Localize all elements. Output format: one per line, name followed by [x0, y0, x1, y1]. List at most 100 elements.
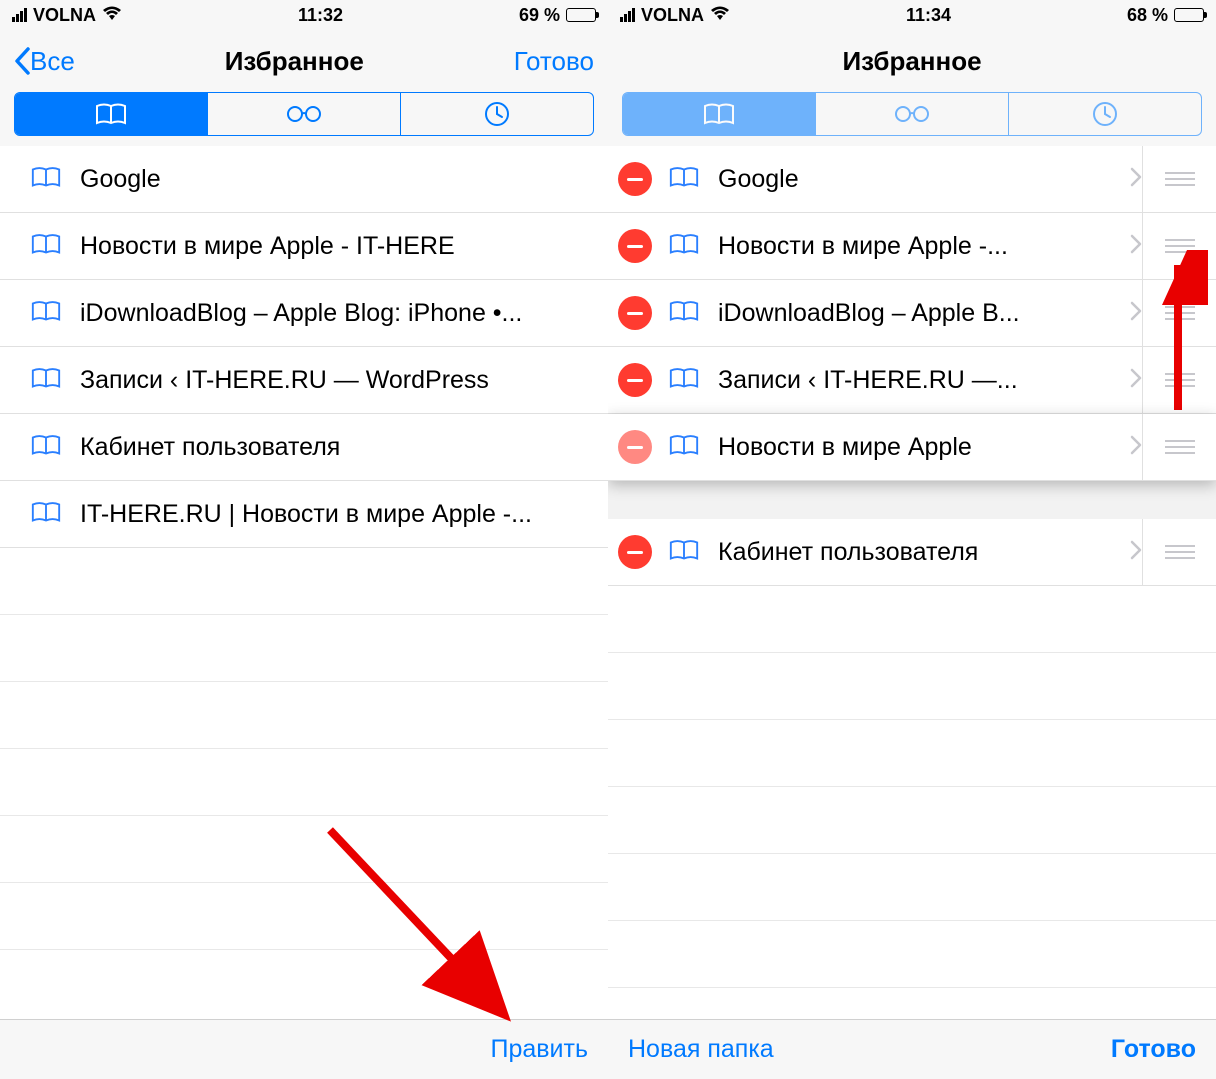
signal-icon: [12, 8, 27, 22]
status-time: 11:32: [298, 5, 343, 26]
empty-row: [0, 749, 608, 816]
page-title: Избранное: [75, 46, 514, 77]
book-icon: [30, 298, 62, 329]
bookmark-label: IT-HERE.RU | Новости в мире Apple -...: [80, 500, 594, 529]
bookmark-row[interactable]: Новости в мире Apple - IT-HERE: [0, 213, 608, 280]
delete-button[interactable]: [618, 363, 652, 397]
empty-row: [608, 921, 1216, 988]
nav-header: Избранное: [608, 30, 1216, 92]
glasses-icon: [284, 104, 324, 124]
delete-button[interactable]: [618, 162, 652, 196]
reorder-handle[interactable]: [1142, 347, 1216, 413]
done-button[interactable]: Готово: [1111, 1035, 1196, 1064]
segmented-control-row: [0, 92, 608, 146]
bookmark-label: Новости в мире Apple: [718, 433, 1124, 462]
bookmark-row-edit[interactable]: Кабинет пользователя: [608, 519, 1216, 586]
wifi-icon: [710, 5, 730, 26]
book-icon: [702, 102, 736, 126]
bookmark-list-edit: Google Новости в мире Apple -... iDownload…: [608, 146, 1216, 1019]
book-icon: [30, 499, 62, 530]
clock-icon: [484, 101, 510, 127]
status-bar: VOLNA 11:32 69 %: [0, 0, 608, 30]
bookmark-label: Новости в мире Apple - IT-HERE: [80, 232, 594, 261]
bookmark-row-edit[interactable]: Новости в мире Apple -...: [608, 213, 1216, 280]
new-folder-button[interactable]: Новая папка: [628, 1035, 774, 1064]
book-icon: [30, 164, 62, 195]
bookmark-row[interactable]: Кабинет пользователя: [0, 414, 608, 481]
status-bar: VOLNA 11:34 68 %: [608, 0, 1216, 30]
empty-row: [0, 548, 608, 615]
book-icon: [30, 231, 62, 262]
tab-reading-list[interactable]: [208, 93, 401, 135]
bookmark-label: iDownloadBlog – Apple Blog: iPhone •...: [80, 299, 594, 328]
battery-icon: [566, 8, 596, 22]
bookmark-label: Новости в мире Apple -...: [718, 232, 1124, 261]
bookmark-row-edit[interactable]: Записи ‹ IT-HERE.RU —...: [608, 347, 1216, 414]
back-button[interactable]: Все: [14, 46, 75, 77]
battery-percent: 68 %: [1127, 5, 1168, 26]
tab-bookmarks[interactable]: [623, 93, 816, 135]
empty-row: [0, 883, 608, 950]
delete-button[interactable]: [618, 430, 652, 464]
chevron-right-icon: [1130, 540, 1142, 565]
bookmark-label: iDownloadBlog – Apple B...: [718, 299, 1124, 328]
chevron-right-icon: [1130, 167, 1142, 192]
reorder-handle[interactable]: [1142, 414, 1216, 480]
reorder-handle[interactable]: [1142, 519, 1216, 585]
book-icon: [668, 164, 700, 195]
book-icon: [668, 365, 700, 396]
delete-button[interactable]: [618, 229, 652, 263]
done-button[interactable]: Готово: [514, 46, 594, 77]
empty-row: [0, 682, 608, 749]
empty-row: [608, 787, 1216, 854]
reorder-handle[interactable]: [1142, 280, 1216, 346]
bookmark-row[interactable]: IT-HERE.RU | Новости в мире Apple -...: [0, 481, 608, 548]
book-icon: [668, 537, 700, 568]
bookmark-row[interactable]: iDownloadBlog – Apple Blog: iPhone •...: [0, 280, 608, 347]
toolbar: Править: [0, 1019, 608, 1079]
signal-icon: [620, 8, 635, 22]
delete-button[interactable]: [618, 296, 652, 330]
tab-history[interactable]: [401, 93, 593, 135]
empty-row: [608, 586, 1216, 653]
book-icon: [668, 231, 700, 262]
bookmark-row-edit[interactable]: Google: [608, 146, 1216, 213]
nav-header: Все Избранное Готово: [0, 30, 608, 92]
bookmark-row-edit[interactable]: iDownloadBlog – Apple B...: [608, 280, 1216, 347]
tab-bookmarks[interactable]: [15, 93, 208, 135]
clock-icon: [1092, 101, 1118, 127]
empty-row: [608, 854, 1216, 921]
bookmark-row[interactable]: Записи ‹ IT-HERE.RU — WordPress: [0, 347, 608, 414]
wifi-icon: [102, 5, 122, 26]
reorder-handle[interactable]: [1142, 146, 1216, 212]
segmented-control: [622, 92, 1202, 136]
chevron-right-icon: [1130, 368, 1142, 393]
bookmark-label: Записи ‹ IT-HERE.RU —...: [718, 366, 1124, 395]
drop-gap: [608, 481, 1216, 519]
bookmark-row-edit[interactable]: Новости в мире Apple: [608, 414, 1216, 481]
reorder-handle[interactable]: [1142, 213, 1216, 279]
bookmark-label: Кабинет пользователя: [718, 538, 1124, 567]
segmented-control: [14, 92, 594, 136]
segmented-control-row: [608, 92, 1216, 146]
empty-row: [608, 720, 1216, 787]
empty-row: [0, 615, 608, 682]
carrier-label: VOLNA: [33, 5, 96, 26]
book-icon: [30, 365, 62, 396]
bookmark-label: Google: [80, 165, 594, 194]
chevron-right-icon: [1130, 301, 1142, 326]
glasses-icon: [892, 104, 932, 124]
book-icon: [668, 432, 700, 463]
right-screenshot: VOLNA 11:34 68 % Избранное: [608, 0, 1216, 1079]
bookmark-label: Google: [718, 165, 1124, 194]
chevron-right-icon: [1130, 435, 1142, 460]
tab-history[interactable]: [1009, 93, 1201, 135]
book-icon: [668, 298, 700, 329]
tab-reading-list[interactable]: [816, 93, 1009, 135]
delete-button[interactable]: [618, 535, 652, 569]
bookmark-row[interactable]: Google: [0, 146, 608, 213]
status-time: 11:34: [906, 5, 951, 26]
edit-button[interactable]: Править: [491, 1035, 589, 1064]
battery-percent: 69 %: [519, 5, 560, 26]
battery-icon: [1174, 8, 1204, 22]
